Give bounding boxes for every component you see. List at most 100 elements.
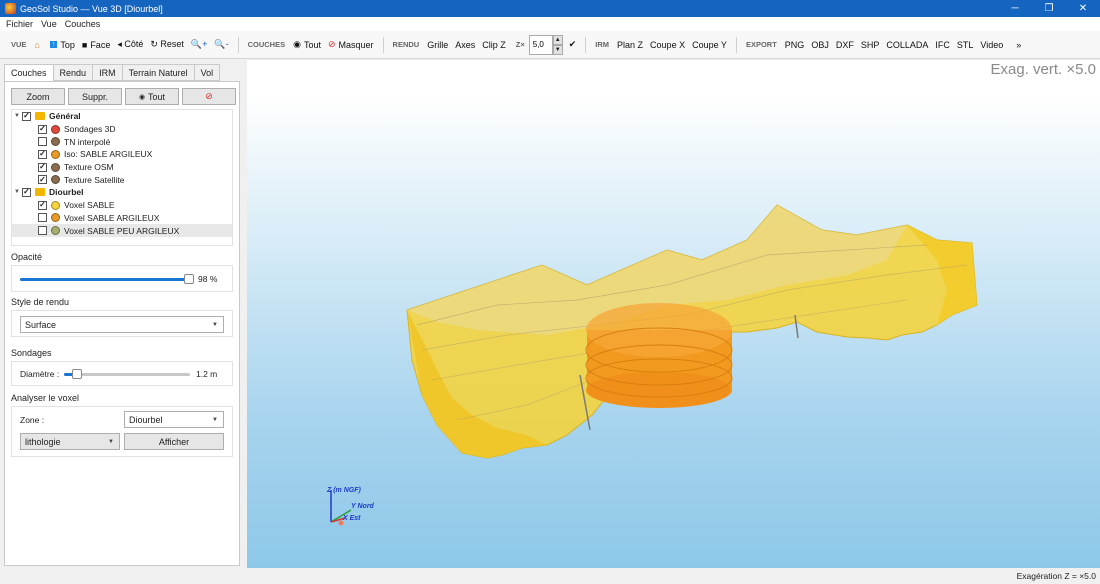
visibility-checkbox[interactable]	[38, 213, 47, 223]
zone-select[interactable]: Diourbel ▼	[124, 411, 224, 428]
minimize-button[interactable]: ─	[998, 0, 1032, 17]
top-view-button[interactable]: ↑ Top	[49, 40, 75, 50]
layer-group[interactable]: ▼ ✓ Diourbel	[12, 186, 232, 199]
boreholes-box: Diamètre : 1.2 m	[11, 361, 233, 386]
layer-item[interactable]: ✓ Texture OSM	[12, 161, 232, 174]
visibility-checkbox[interactable]	[38, 226, 47, 236]
layer-item[interactable]: ✓ Texture Satellite	[12, 173, 232, 186]
side-view-button[interactable]: ◂ Côté	[117, 39, 143, 50]
zoom-in-button[interactable]: 🔍+	[191, 39, 207, 50]
zoom-to-layer-button[interactable]: Zoom	[11, 88, 65, 105]
zoom-out-button[interactable]: 🔍-	[214, 39, 228, 50]
layer-item[interactable]: ✓ Voxel SABLE	[12, 199, 232, 212]
grid-toggle[interactable]: Grille	[427, 40, 448, 50]
reset-view-button[interactable]: ↻ Reset	[150, 39, 184, 50]
radio-dot-icon: ◉	[293, 39, 301, 49]
toolbar-divider	[382, 36, 384, 53]
hide-button[interactable]: ⊘ Masquer	[328, 39, 374, 50]
clip-z-toggle[interactable]: Clip Z	[482, 40, 506, 50]
show-all-layers-button[interactable]: ◉ Tout	[125, 88, 179, 105]
face-view-button[interactable]: ■ Face	[82, 40, 110, 50]
layer-tree: ▼ ✓ Général ✓ Sondages 3D TN interpolé ✓ Iso: S…	[11, 109, 233, 246]
visibility-checkbox[interactable]: ✓	[38, 162, 47, 172]
home-button[interactable]: ⌂	[34, 40, 42, 50]
visibility-checkbox[interactable]: ✓	[38, 149, 47, 159]
layer-group[interactable]: ▼ ✓ Général	[12, 110, 232, 123]
layer-label: TN interpolé	[64, 136, 111, 147]
tab-vol[interactable]: Vol	[193, 64, 221, 81]
visibility-checkbox[interactable]: ✓	[22, 111, 31, 121]
layer-item[interactable]: TN interpolé	[12, 135, 232, 148]
tab-terrain-naturel[interactable]: Terrain Naturel	[121, 64, 195, 81]
delete-layer-button[interactable]: Suppr.	[68, 88, 122, 105]
layer-color-icon	[51, 162, 60, 172]
maximize-button[interactable]: ❐	[1032, 0, 1066, 17]
z-exaggeration-spinner[interactable]: ▲▼	[528, 34, 563, 55]
toolbar: VUE ⌂ ↑ Top ■ Face ◂ Côté ↻ Reset 🔍+ 🔍- CO…	[0, 31, 1100, 59]
layer-color-icon	[51, 213, 60, 223]
radio-dot-icon: ◉	[138, 93, 146, 101]
status-bar: Exagération Z = ×5.0	[0, 568, 1100, 584]
layer-label: Texture OSM	[64, 162, 114, 173]
visibility-checkbox[interactable]: ✓	[22, 187, 31, 197]
export-video-button[interactable]: Video	[980, 40, 1003, 50]
spin-up-icon[interactable]: ▲	[552, 34, 563, 45]
coupe-x-button[interactable]: Coupe X	[650, 40, 685, 50]
diameter-value: 1.2 m	[196, 369, 218, 379]
coupe-y-button[interactable]: Coupe Y	[692, 40, 727, 50]
plan-z-button[interactable]: Plan Z	[617, 40, 643, 50]
opacity-box: 98 %	[11, 265, 233, 292]
layer-item[interactable]: Voxel SABLE PEU ARGILEUX	[12, 224, 232, 237]
axis-z-label: Z (m NGF)	[326, 487, 361, 494]
tab-couches[interactable]: Couches	[4, 64, 54, 82]
top-view-icon: ↑	[49, 41, 58, 48]
show-all-button[interactable]: ◉ Tout	[293, 39, 321, 50]
boreholes-label: Sondages	[11, 348, 52, 358]
export-collada-button[interactable]: COLLADA	[886, 40, 928, 50]
menu-fichier[interactable]: Fichier	[6, 19, 33, 29]
menu-vue[interactable]: Vue	[41, 19, 57, 29]
expand-toggle-icon[interactable]: ▼	[12, 189, 22, 195]
visibility-checkbox[interactable]: ✓	[38, 124, 47, 134]
property-select[interactable]: lithologie ▼	[20, 433, 120, 450]
visibility-checkbox[interactable]	[38, 137, 47, 147]
layer-item[interactable]: Voxel SABLE ARGILEUX	[12, 212, 232, 225]
opacity-slider-thumb[interactable]	[184, 274, 194, 284]
diameter-slider[interactable]	[64, 369, 190, 379]
viewport-3d[interactable]: Exag. vert. ×5.0 Z (m NGF) Y Nord X Est	[247, 60, 1100, 568]
layer-item[interactable]: ✓ Sondages 3D	[12, 123, 232, 136]
export-png-button[interactable]: PNG	[785, 40, 805, 50]
toolbar-overflow-button[interactable]: »	[1016, 40, 1021, 50]
render-style-select[interactable]: Surface ▼	[20, 316, 224, 333]
layer-item[interactable]: ✓ Iso: SABLE ARGILEUX	[12, 148, 232, 161]
diameter-slider-thumb[interactable]	[72, 369, 82, 379]
voxel-analysis-label: Analyser le voxel	[11, 393, 80, 403]
close-button[interactable]: ✕	[1066, 0, 1100, 17]
export-shp-button[interactable]: SHP	[861, 40, 880, 50]
tab-irm[interactable]: IRM	[92, 64, 123, 81]
layer-label: Général	[49, 111, 81, 122]
opacity-slider[interactable]	[20, 274, 194, 284]
zone-label: Zone :	[20, 415, 45, 425]
spin-down-icon[interactable]: ▼	[552, 44, 563, 55]
expand-toggle-icon[interactable]: ▼	[12, 113, 22, 119]
folder-icon	[35, 112, 45, 121]
apply-exaggeration-button[interactable]: ✔	[569, 39, 577, 50]
layers-panel: Zoom Suppr. ◉ Tout ⊘ ▼ ✓ Général ✓ Sondages 3…	[4, 81, 240, 566]
visibility-checkbox[interactable]: ✓	[38, 200, 47, 210]
export-stl-button[interactable]: STL	[957, 40, 974, 50]
left-panel: Couches Rendu IRM Terrain Naturel Vol Zo…	[0, 60, 244, 570]
menu-couches[interactable]: Couches	[65, 19, 101, 29]
export-dxf-button[interactable]: DXF	[836, 40, 854, 50]
show-voxel-button[interactable]: Afficher	[124, 433, 224, 450]
tab-rendu[interactable]: Rendu	[52, 64, 94, 81]
hide-all-layers-button[interactable]: ⊘	[182, 88, 236, 105]
visibility-checkbox[interactable]: ✓	[38, 175, 47, 185]
export-ifc-button[interactable]: IFC	[935, 40, 950, 50]
z-exaggeration-input[interactable]	[528, 34, 553, 55]
status-text: Exagération Z = ×5.0	[1016, 571, 1096, 581]
layer-color-icon	[51, 226, 60, 236]
axes-toggle[interactable]: Axes	[455, 40, 475, 50]
export-obj-button[interactable]: OBJ	[811, 40, 829, 50]
menu-bar: Fichier Vue Couches	[0, 17, 1100, 31]
